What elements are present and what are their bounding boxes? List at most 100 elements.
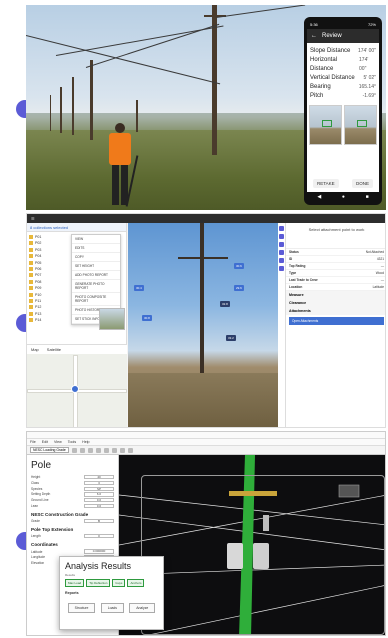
tool-icon[interactable] (279, 258, 284, 263)
menu-item-set-height[interactable]: SET HEIGHT (72, 262, 120, 271)
menu-item-generate-report[interactable]: GENERATE PHOTO REPORT (72, 280, 120, 293)
desktop-app-panel: ☰ 8 collections selected P01 P02 P03 P04… (26, 213, 386, 428)
layer-swatch (29, 247, 33, 252)
attachment-tag[interactable]: 33.2 (226, 335, 236, 341)
toolbar-icon[interactable] (119, 447, 125, 453)
attachment-tag[interactable]: 29.6 (234, 285, 244, 291)
tool-strip (278, 223, 286, 427)
measurement-label: Vertical Distance (310, 75, 355, 81)
attribute-value: Not Attached (365, 250, 384, 254)
nav-recents-icon[interactable]: ■ (366, 194, 369, 200)
attribute-row[interactable]: Location Latitude (286, 284, 385, 291)
property-input[interactable]: 6.0 (84, 492, 114, 497)
done-button[interactable]: DONE (351, 179, 373, 188)
attribute-row[interactable]: Status Not Attached (286, 249, 385, 256)
property-row: Latitude 0.000000 (31, 549, 114, 554)
attributes-header: Select attachment point to work (286, 223, 385, 249)
screen-title: Review (322, 33, 342, 39)
menu-view[interactable]: View (54, 440, 62, 444)
attachment-tag[interactable]: 30.6 (234, 263, 244, 269)
capture-photo-right[interactable] (344, 105, 377, 145)
loads-button[interactable]: Loads (100, 603, 124, 613)
measurement-list: Slope Distance 174' 00" Horizontal Distan… (307, 43, 379, 101)
location-pin-icon[interactable] (71, 385, 79, 393)
nav-back-icon[interactable]: ◀ (317, 194, 321, 200)
window-title-bar (27, 432, 385, 439)
property-input[interactable]: 3 (84, 480, 114, 485)
property-input[interactable]: B (84, 519, 114, 524)
nav-home-icon[interactable]: ● (342, 194, 345, 200)
section-attachments[interactable]: Attachments (286, 307, 385, 315)
selection-summary[interactable]: 8 collections selected (27, 223, 126, 232)
open-attachments-button[interactable]: Open Attachments (289, 317, 384, 325)
tool-icon[interactable] (279, 250, 284, 255)
section-measure[interactable]: Measure (286, 291, 385, 299)
menu-icon[interactable]: ☰ (31, 216, 35, 221)
photo-thumbnail[interactable] (99, 308, 125, 330)
menu-edit[interactable]: Edit (42, 440, 48, 444)
menu-file[interactable]: File (30, 440, 36, 444)
check-chip[interactable]: Tip Deflection (86, 579, 111, 587)
tool-icon[interactable] (279, 226, 284, 231)
menu-item-add-photo-report[interactable]: ADD PHOTO REPORT (72, 271, 120, 280)
measurement-label: Pitch (310, 93, 324, 99)
attribute-value: — (380, 264, 384, 268)
loading-case-select[interactable]: NESC Loading Grade (30, 447, 69, 453)
menu-item-composite-report[interactable]: PHOTO COMPOSITE REPORT (72, 293, 120, 306)
attribute-row[interactable]: ID 4321 (286, 256, 385, 263)
mini-map[interactable]: Map Satellite (27, 344, 127, 427)
property-label: Height (31, 475, 41, 480)
toolbar-icon[interactable] (71, 447, 77, 453)
property-input[interactable]: 0 (84, 534, 114, 539)
toolbar-icon[interactable] (95, 447, 101, 453)
attribute-row[interactable]: Top Rating — (286, 263, 385, 270)
tool-icon[interactable] (279, 266, 284, 271)
property-input[interactable]: SP (84, 486, 114, 491)
menu-tools[interactable]: Tools (68, 440, 76, 444)
attribute-key: Top Rating (289, 264, 306, 268)
retake-button[interactable]: RETAKE (313, 179, 339, 188)
property-input[interactable]: 0.000000 (84, 549, 114, 554)
section-clearance[interactable]: Clearance (286, 299, 385, 307)
menu-help[interactable]: Help (82, 440, 89, 444)
menu-item-copy[interactable]: COPY (72, 253, 120, 262)
measurement-label: Bearing (310, 84, 331, 90)
menu-item-view[interactable]: VIEW (72, 235, 120, 244)
analyze-button[interactable]: Analyze (129, 603, 156, 613)
measurement-row: Pitch -1.69° (310, 92, 376, 101)
structure-button[interactable]: Structure (67, 603, 96, 613)
property-input[interactable]: 0.0 (84, 503, 114, 509)
phone-screen: 5:36 72% ← Review Slope Distance 174' 00"… (307, 20, 379, 202)
toolbar-icon[interactable] (111, 447, 117, 453)
toolbar-icon[interactable] (103, 447, 109, 453)
tab-satellite[interactable]: Satellite (47, 347, 61, 352)
attachment-tag[interactable]: 30.4 (134, 285, 144, 291)
property-label: Grade (31, 519, 40, 524)
tool-icon[interactable] (279, 234, 284, 239)
layer-swatch (29, 267, 33, 272)
menu-item-edits[interactable]: EDITS (72, 244, 120, 253)
attachment-tag[interactable]: 32.8 (220, 301, 230, 307)
capture-photo-left[interactable] (309, 105, 342, 145)
check-chip[interactable]: Anchors (127, 579, 145, 587)
pole-photo-viewer[interactable]: 30.4 30.6 29.6 32.8 30.8 33.2 (128, 223, 278, 427)
toolbar-icon[interactable] (79, 447, 85, 453)
android-nav-bar: ◀ ● ■ (307, 192, 379, 202)
attribute-row[interactable]: Type Wood (286, 270, 385, 277)
toolbar-icon[interactable] (87, 447, 93, 453)
toolbar-icon[interactable] (127, 447, 133, 453)
attribute-value: Latitude (372, 285, 384, 289)
property-label: Longitude (31, 555, 46, 560)
property-input[interactable]: 0.0 (84, 498, 114, 503)
check-chip[interactable]: Guys (112, 579, 126, 587)
section-heading-pole-top: Pole Top Extension (31, 527, 74, 533)
attachment-tag[interactable]: 30.8 (142, 315, 152, 321)
menu-bar: File Edit View Tools Help (27, 439, 385, 446)
tab-map[interactable]: Map (31, 347, 39, 352)
capture-photos (309, 105, 377, 145)
property-input[interactable]: 40 (84, 475, 114, 480)
tool-icon[interactable] (279, 242, 284, 247)
check-chip[interactable]: Max Load (65, 579, 85, 587)
back-arrow-icon[interactable]: ← (311, 33, 317, 39)
attribute-row[interactable]: Last Trade to Crew — (286, 277, 385, 284)
